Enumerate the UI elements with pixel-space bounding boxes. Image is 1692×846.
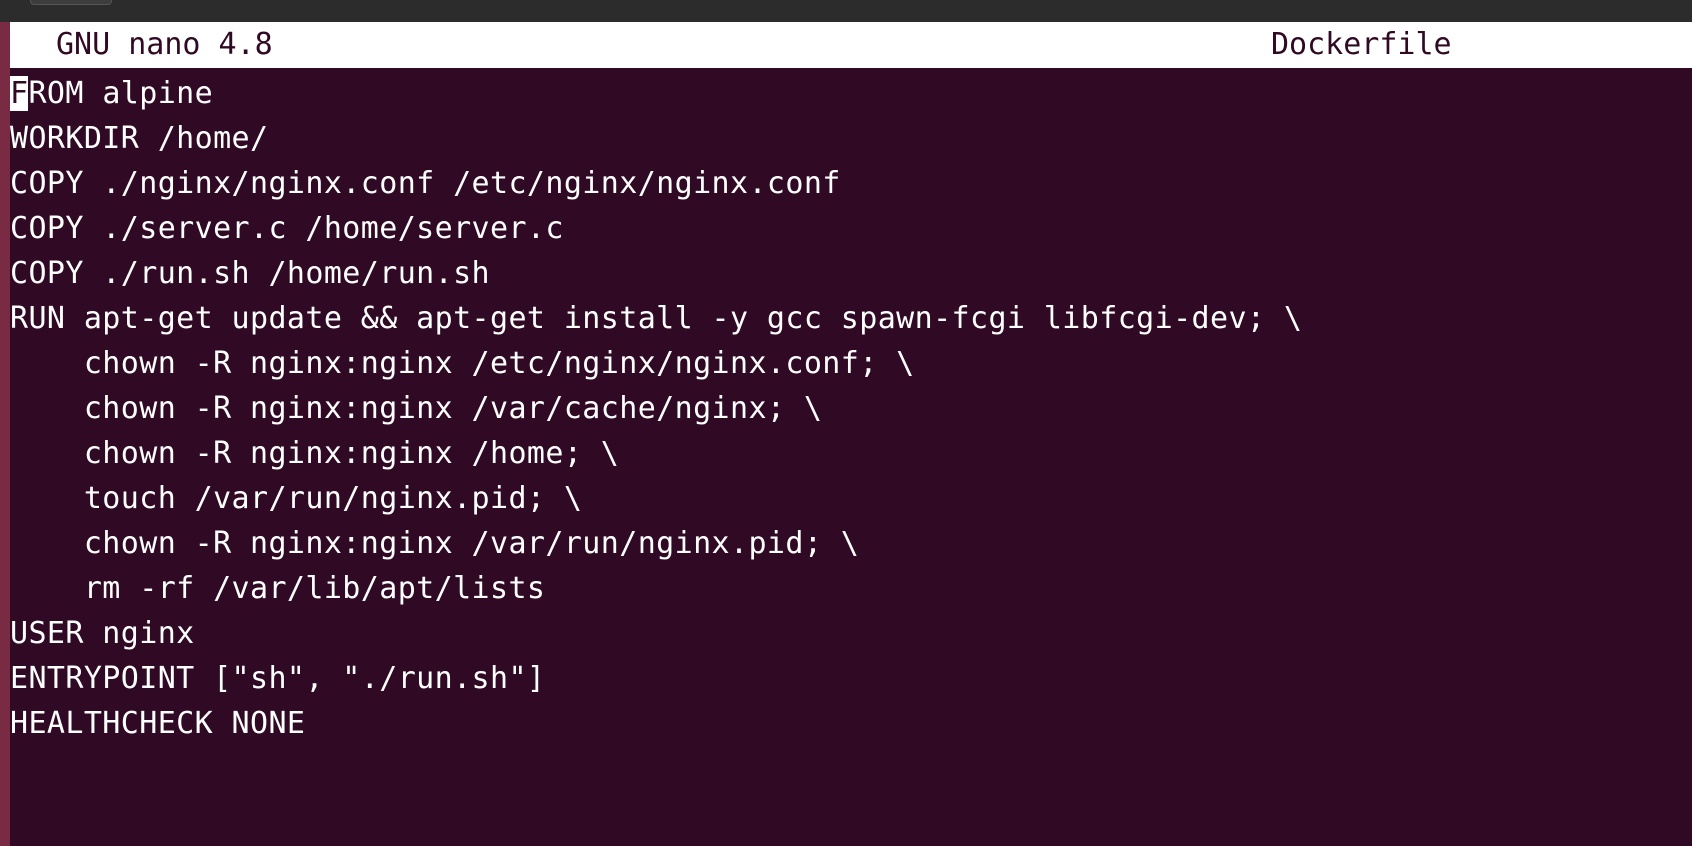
code-line[interactable]: USER nginx [10,611,1692,656]
code-line[interactable]: HEALTHCHECK NONE [10,701,1692,746]
code-line[interactable]: COPY ./server.c /home/server.c [10,206,1692,251]
code-line[interactable]: chown -R nginx:nginx /var/cache/nginx; \ [10,386,1692,431]
code-line[interactable]: FROM alpine [10,71,1692,116]
window-tab-edge [30,0,112,5]
code-line[interactable]: chown -R nginx:nginx /var/run/nginx.pid;… [10,521,1692,566]
code-line[interactable]: COPY ./run.sh /home/run.sh [10,251,1692,296]
file-name: Dockerfile [1271,27,1452,62]
code-line[interactable]: COPY ./nginx/nginx.conf /etc/nginx/nginx… [10,161,1692,206]
code-line[interactable]: RUN apt-get update && apt-get install -y… [10,296,1692,341]
code-line[interactable]: rm -rf /var/lib/apt/lists [10,566,1692,611]
code-line[interactable]: WORKDIR /home/ [10,116,1692,161]
app-version: GNU nano 4.8 [56,27,273,62]
nano-titlebar: GNU nano 4.8 Dockerfile [10,22,1692,68]
window-top-chrome [0,0,1692,22]
code-line[interactable]: touch /var/run/nginx.pid; \ [10,476,1692,521]
editor-text-area[interactable]: FROM alpine WORKDIR /home/ COPY ./nginx/… [10,71,1692,746]
window-frame: GNU nano 4.8 Dockerfile FROM alpine WORK… [0,0,1692,846]
text-cursor: F [10,76,29,111]
terminal-viewport[interactable]: GNU nano 4.8 Dockerfile FROM alpine WORK… [10,22,1692,846]
code-line[interactable]: ENTRYPOINT ["sh", "./run.sh"] [10,656,1692,701]
code-line-text: ROM alpine [28,76,214,111]
code-line[interactable]: chown -R nginx:nginx /home; \ [10,431,1692,476]
code-line[interactable]: chown -R nginx:nginx /etc/nginx/nginx.co… [10,341,1692,386]
